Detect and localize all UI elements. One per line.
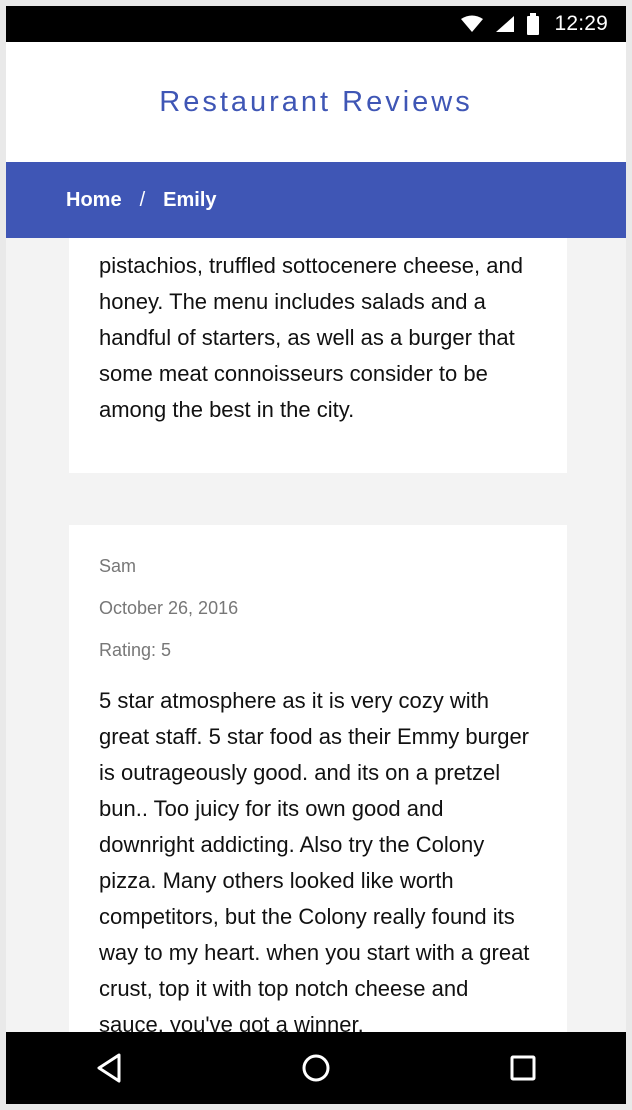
android-device-screen: 12:29 Restaurant Reviews Home / Emily pi… bbox=[0, 0, 632, 1110]
device-frame-left bbox=[0, 0, 6, 1110]
back-button[interactable] bbox=[74, 1042, 144, 1094]
back-icon bbox=[97, 1053, 121, 1083]
recents-icon bbox=[510, 1055, 536, 1081]
home-button[interactable] bbox=[281, 1042, 351, 1094]
reviews-scroll-container[interactable]: pistachios, truffled sottocenere cheese,… bbox=[6, 162, 626, 1032]
breadcrumb: Home / Emily bbox=[6, 162, 626, 238]
battery-icon bbox=[527, 13, 540, 35]
reviews-list: pistachios, truffled sottocenere cheese,… bbox=[69, 162, 567, 1032]
signal-icon bbox=[496, 16, 515, 32]
breadcrumb-home-link[interactable]: Home bbox=[66, 190, 122, 210]
android-navigation-bar bbox=[6, 1032, 626, 1104]
status-bar: 12:29 bbox=[6, 6, 626, 42]
reviewer-name: Sam bbox=[99, 556, 137, 576]
recents-button[interactable] bbox=[488, 1042, 558, 1094]
breadcrumb-current-page: Emily bbox=[163, 189, 217, 211]
app-header: Restaurant Reviews bbox=[6, 42, 626, 162]
device-frame-right bbox=[626, 0, 632, 1110]
status-time: 12:29 bbox=[554, 12, 608, 35]
review-card: Sam October 26, 2016 Rating: 5 5 star at… bbox=[69, 525, 567, 1032]
device-frame-bottom bbox=[0, 1104, 632, 1110]
app-title: Restaurant Reviews bbox=[159, 85, 473, 118]
home-icon bbox=[302, 1054, 330, 1082]
review-text: pistachios, truffled sottocenere cheese,… bbox=[99, 253, 523, 422]
review-date: October 26, 2016 bbox=[99, 598, 239, 618]
review-rating: Rating: 5 bbox=[99, 640, 172, 660]
breadcrumb-separator: / bbox=[139, 188, 146, 211]
device-frame-top bbox=[0, 0, 632, 6]
review-text: 5 star atmosphere as it is very cozy wit… bbox=[99, 688, 530, 1032]
wifi-icon bbox=[461, 15, 484, 32]
status-icons: 12:29 bbox=[460, 6, 608, 42]
